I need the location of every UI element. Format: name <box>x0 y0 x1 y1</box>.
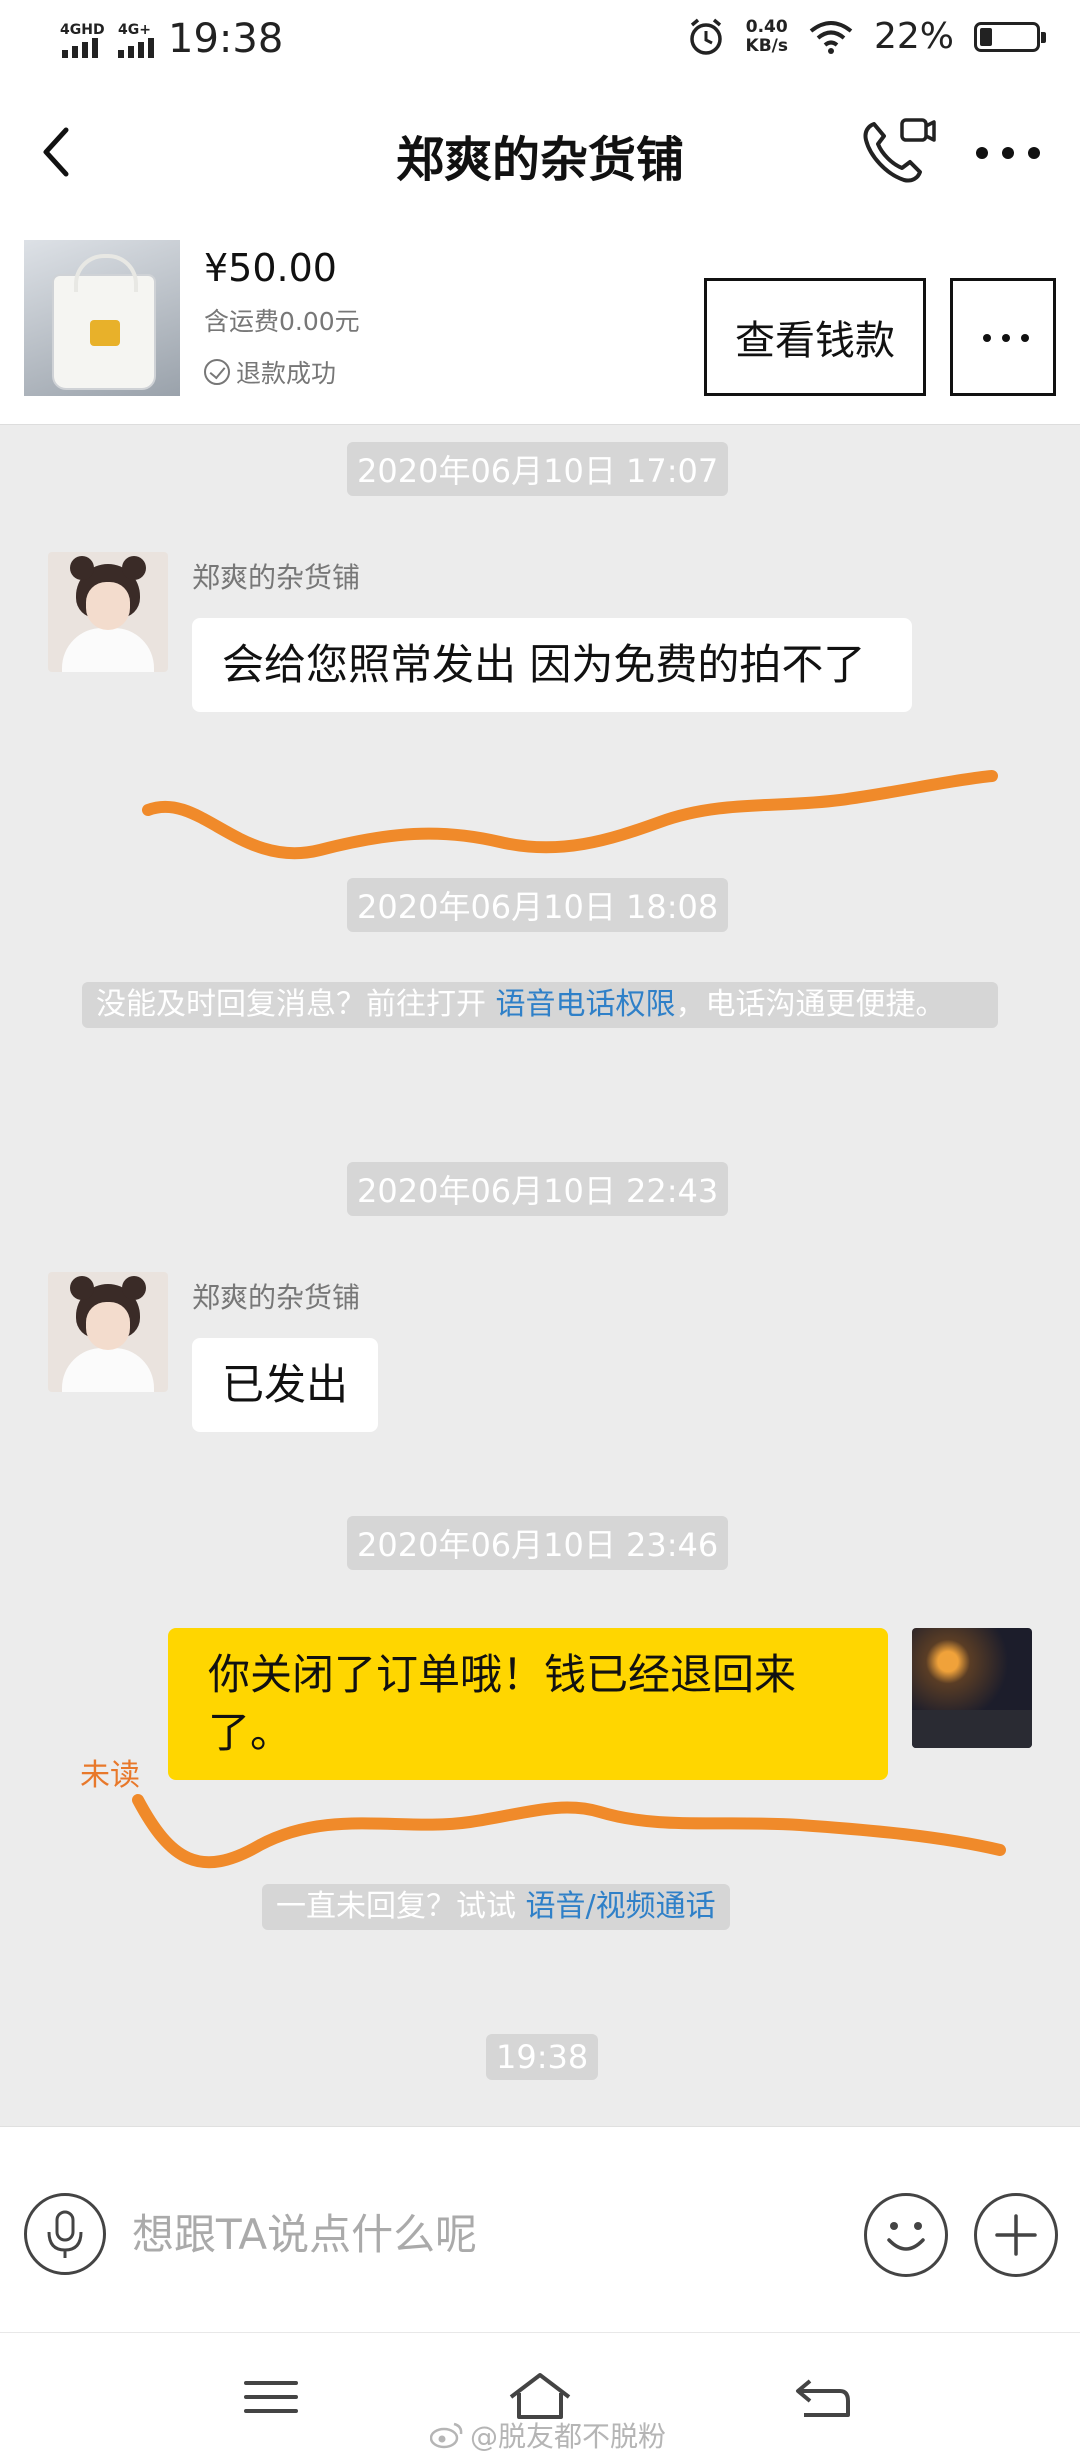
emoji-icon[interactable] <box>864 2193 948 2277</box>
view-payment-button[interactable]: 查看钱款 <box>704 278 926 396</box>
refund-status: 退款成功 <box>204 354 336 390</box>
voice-call-permission-link[interactable]: 语音电话权限 <box>496 987 676 1022</box>
timestamp: 19:38 <box>486 2034 599 2080</box>
network-type-label-2: 4G+ <box>118 22 151 38</box>
system-nav-bar: @脱友都不脱粉 <box>0 2332 1080 2461</box>
voice-video-call-icon[interactable] <box>858 114 938 190</box>
call-hint: 一直未回复？试试 语音/视频通话 <box>262 1884 730 1930</box>
status-bar: 4GHD 4G+ 19:38 0.40 KB/s 22% <box>0 0 1080 86</box>
more-options-icon[interactable] <box>976 144 1042 162</box>
voice-video-call-link[interactable]: 语音/视频通话 <box>526 1889 716 1924</box>
unread-status: 未读 <box>80 1758 140 1793</box>
tote-bag-image <box>52 254 156 390</box>
product-price: ¥50.00 <box>204 246 337 290</box>
signal-icon <box>62 38 98 58</box>
menu-icon[interactable] <box>236 2369 306 2425</box>
status-time: 19:38 <box>168 16 284 62</box>
network-type-label: 4GHD <box>60 22 105 38</box>
wifi-icon <box>809 20 853 54</box>
sender-name: 郑爽的杂货铺 <box>192 1281 361 1314</box>
input-bar <box>0 2126 1080 2333</box>
outgoing-message[interactable]: 你关闭了订单哦！钱已经退回来了。 <box>168 1628 888 1780</box>
weibo-icon <box>430 2422 463 2449</box>
incoming-message[interactable]: 已发出 <box>192 1338 379 1432</box>
timestamp: 2020年06月10日 22:43 <box>347 1162 729 1216</box>
chat-header: 郑爽的杂货铺 <box>0 86 1080 216</box>
timestamp: 2020年06月10日 17:07 <box>347 442 729 496</box>
shipping-fee: 含运费0.00元 <box>204 307 360 336</box>
seller-avatar[interactable] <box>48 552 168 672</box>
seller-avatar[interactable] <box>48 1272 168 1392</box>
my-avatar[interactable] <box>912 1628 1032 1748</box>
refund-status-label: 退款成功 <box>236 359 337 388</box>
sender-name: 郑爽的杂货铺 <box>192 561 361 594</box>
product-more-button[interactable] <box>950 278 1056 396</box>
timestamp: 2020年06月10日 23:46 <box>347 1516 729 1570</box>
message-input[interactable] <box>130 2187 834 2281</box>
battery-icon <box>974 21 1046 52</box>
watermark: @脱友都不脱粉 <box>430 2415 666 2455</box>
product-card: ¥50.00 含运费0.00元 退款成功 查看钱款 <box>0 216 1080 425</box>
check-circle-icon <box>204 359 230 385</box>
signal-icon-2 <box>118 38 154 58</box>
annotation-underline <box>132 1794 1006 1869</box>
battery-level <box>980 27 992 46</box>
net-speed: 0.40 KB/s <box>745 16 788 56</box>
incoming-message[interactable]: 会给您照常发出 因为免费的拍不了 <box>192 618 912 712</box>
annotation-underline <box>142 770 998 860</box>
microphone-icon[interactable] <box>24 2193 106 2275</box>
product-image[interactable] <box>24 240 180 396</box>
bag-logo <box>90 320 120 346</box>
system-notice: 没能及时回复消息？前往打开 语音电话权限，电话沟通更便捷。 <box>82 982 998 1028</box>
timestamp: 2020年06月10日 18:08 <box>347 878 729 932</box>
battery-percent: 22% <box>873 16 954 57</box>
plus-icon[interactable] <box>974 2193 1058 2277</box>
back-nav-icon[interactable] <box>788 2369 858 2425</box>
alarm-icon <box>689 18 722 55</box>
